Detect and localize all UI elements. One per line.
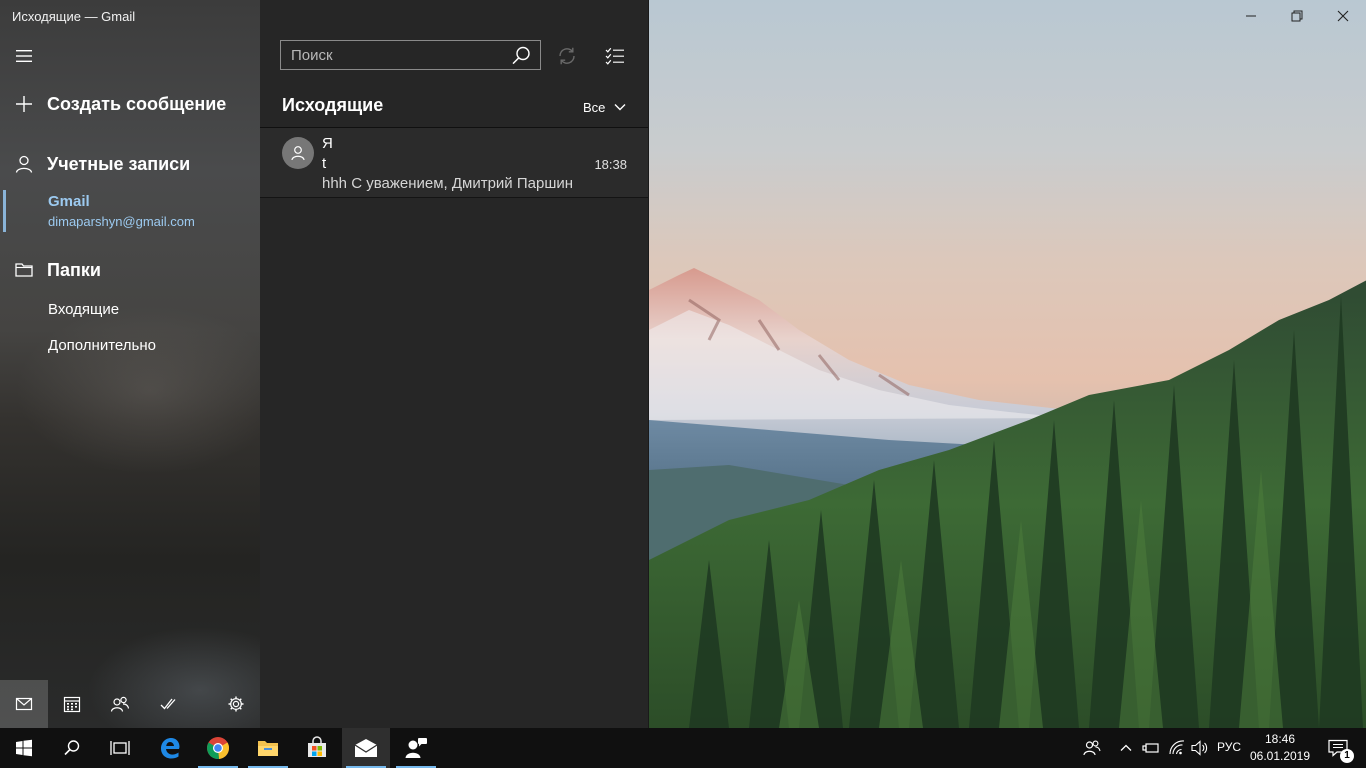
reading-pane	[648, 0, 1366, 728]
window-title: Исходящие — Gmail	[12, 9, 136, 24]
battery-tray-button[interactable]	[1140, 728, 1162, 768]
search-icon	[64, 740, 80, 756]
accounts-label: Учетные записи	[47, 153, 191, 174]
clock-time: 18:46	[1264, 732, 1296, 746]
folders-label: Папки	[47, 259, 101, 280]
folder-icon	[15, 263, 33, 277]
search-icon	[512, 46, 530, 65]
message-item[interactable]: Я t hhh С уважением, Дмитрий Паршин 18:3…	[260, 128, 648, 198]
filter-label: Все	[583, 99, 606, 115]
people-tray-button[interactable]	[1080, 728, 1104, 768]
hamburger-menu-button[interactable]	[14, 46, 36, 66]
folder-more[interactable]: Дополнительно	[48, 337, 156, 354]
task-view-icon	[110, 741, 130, 755]
chrome-icon	[206, 737, 230, 760]
sync-button[interactable]	[556, 45, 578, 67]
compose-label: Создать сообщение	[47, 93, 227, 114]
people-button[interactable]	[96, 680, 144, 728]
calendar-button[interactable]	[48, 680, 96, 728]
taskbar: РУС 18:46 06.01.2019 1	[0, 728, 1366, 768]
navigation-pane: Исходящие — Gmail Создать сообщение Учет…	[0, 0, 260, 728]
chrome-button[interactable]	[194, 728, 242, 768]
store-button[interactable]	[293, 728, 341, 768]
close-button[interactable]	[1320, 0, 1366, 32]
search-input[interactable]	[281, 41, 501, 69]
store-icon	[308, 736, 326, 757]
people-app-button[interactable]	[392, 728, 440, 768]
action-center-button[interactable]: 1	[1318, 728, 1358, 768]
input-language[interactable]: РУС	[1217, 740, 1241, 754]
mail-app-icon	[354, 739, 378, 757]
checklist-icon	[605, 47, 624, 65]
person-icon	[291, 146, 305, 161]
notification-badge: 1	[1340, 749, 1354, 763]
battery-icon	[1142, 743, 1159, 753]
taskbar-search-button[interactable]	[48, 728, 96, 768]
folder-title: Исходящие	[282, 95, 384, 115]
todo-button[interactable]	[144, 680, 192, 728]
restore-icon	[1291, 10, 1303, 22]
wifi-icon	[1169, 740, 1185, 755]
hamburger-icon	[16, 50, 32, 62]
show-hidden-icons-button[interactable]	[1116, 728, 1136, 768]
chevron-up-icon	[1120, 744, 1132, 751]
restore-button[interactable]	[1274, 0, 1320, 32]
message-list-pane: Исходящие Все Я t hhh С уважением, Дмитр…	[260, 0, 648, 728]
nav-bottom-bar	[0, 680, 260, 728]
folder-inbox[interactable]: Входящие	[48, 301, 119, 318]
landscape-background-image	[649, 268, 1366, 728]
message-time: 18:38	[594, 157, 627, 172]
start-icon	[16, 739, 32, 757]
chevron-down-icon	[614, 104, 626, 111]
edge-button[interactable]	[146, 728, 194, 768]
mail-app-button[interactable]	[342, 728, 390, 768]
edge-icon	[161, 738, 180, 759]
network-tray-button[interactable]	[1165, 728, 1189, 768]
account-email: dimaparshyn@gmail.com	[48, 214, 195, 229]
mail-icon	[15, 697, 33, 711]
avatar	[282, 137, 314, 169]
filter-dropdown[interactable]: Все	[583, 97, 627, 117]
person-icon	[15, 155, 33, 173]
clock-date: 06.01.2019	[1249, 749, 1311, 763]
message-sender: Я	[322, 135, 333, 152]
message-subject: t	[322, 155, 327, 172]
minimize-icon	[1246, 15, 1256, 17]
todo-icon	[160, 698, 176, 710]
compose-button[interactable]: Создать сообщение	[0, 86, 260, 122]
account-selected-indicator	[3, 190, 6, 232]
people-icon	[110, 696, 130, 712]
file-explorer-button[interactable]	[244, 728, 292, 768]
close-icon	[1337, 10, 1349, 22]
accounts-header[interactable]: Учетные записи	[0, 146, 260, 182]
volume-tray-button[interactable]	[1188, 728, 1212, 768]
people-app-icon	[405, 738, 427, 758]
minimize-button[interactable]	[1228, 0, 1274, 32]
start-button[interactable]	[0, 728, 48, 768]
clock[interactable]: 18:46 06.01.2019	[1246, 731, 1314, 765]
file-explorer-icon	[258, 741, 278, 756]
search-box	[280, 40, 541, 70]
people-icon	[1083, 740, 1101, 756]
search-button[interactable]	[510, 45, 532, 67]
account-name: Gmail	[48, 193, 90, 210]
settings-button[interactable]	[212, 680, 260, 728]
selection-mode-button[interactable]	[604, 45, 626, 67]
plus-icon	[16, 96, 32, 112]
sync-icon	[559, 47, 575, 65]
mail-button[interactable]	[0, 680, 48, 728]
volume-icon	[1191, 740, 1208, 756]
settings-icon	[228, 696, 244, 712]
folders-header[interactable]: Папки	[0, 252, 260, 288]
message-preview: hhh С уважением, Дмитрий Паршин	[322, 175, 574, 192]
calendar-icon	[63, 696, 81, 713]
task-view-button[interactable]	[96, 728, 144, 768]
window-controls	[1228, 0, 1366, 32]
